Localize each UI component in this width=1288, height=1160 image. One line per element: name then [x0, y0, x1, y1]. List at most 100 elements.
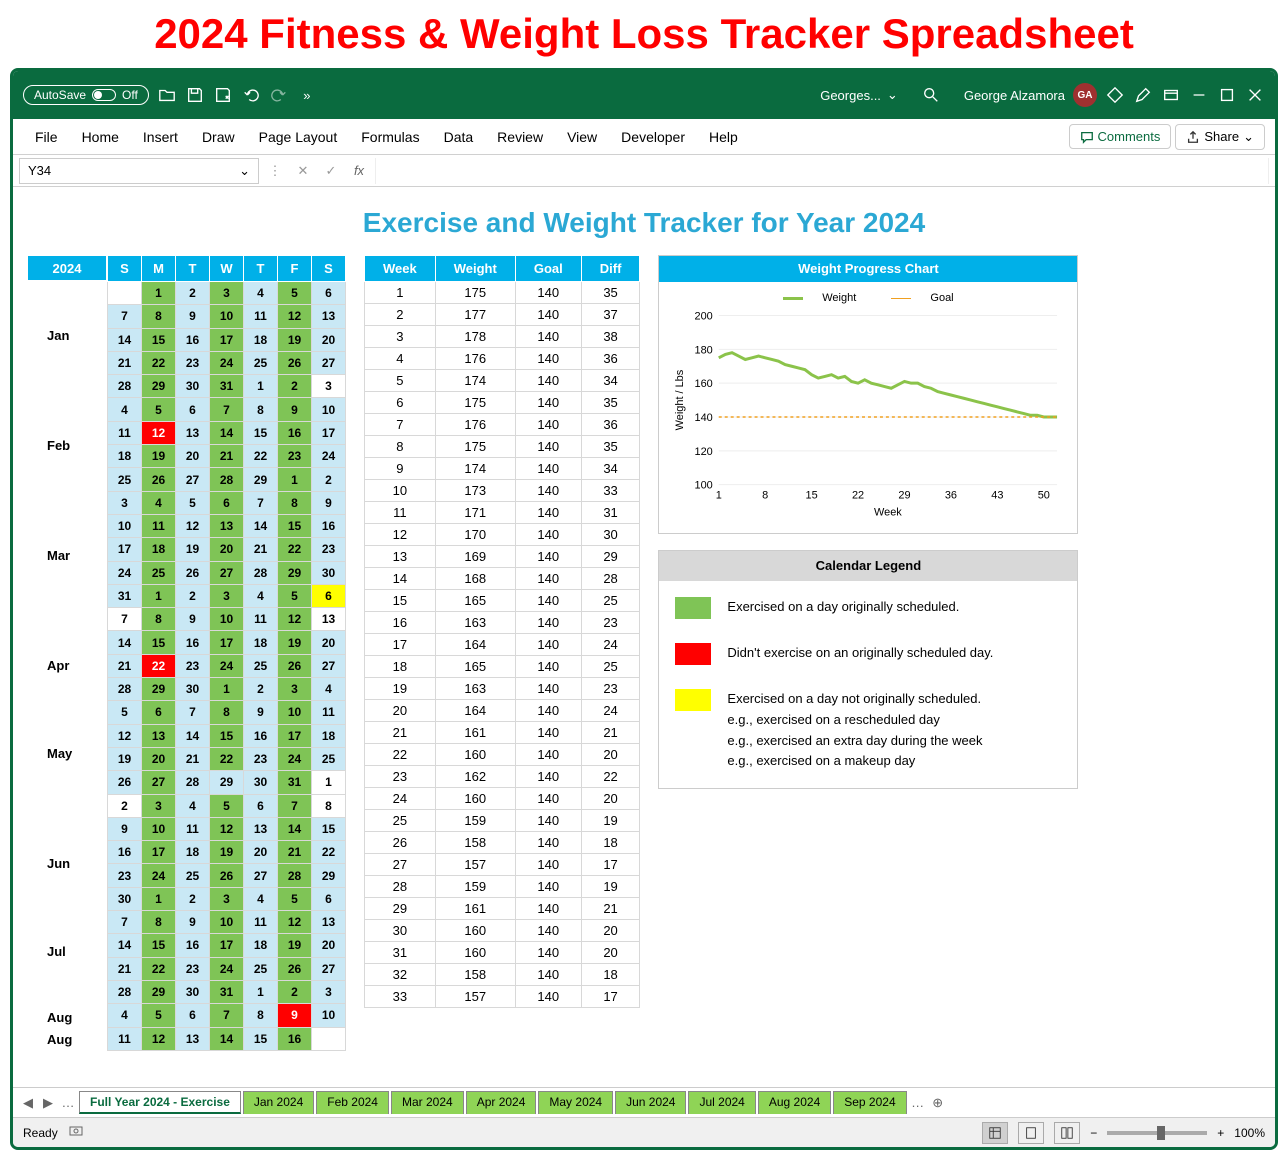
calendar-cell[interactable]: 24: [210, 654, 244, 677]
weight-cell[interactable]: 175: [435, 392, 515, 414]
weight-cell[interactable]: 17: [365, 634, 436, 656]
weight-cell[interactable]: 35: [581, 436, 640, 458]
calendar-cell[interactable]: 19: [278, 631, 312, 654]
sheet-tab[interactable]: Jan 2024: [243, 1091, 314, 1114]
ribbon-tab-insert[interactable]: Insert: [131, 121, 190, 153]
weight-cell[interactable]: 159: [435, 810, 515, 832]
calendar-cell[interactable]: 5: [278, 282, 312, 305]
calendar-cell[interactable]: 22: [312, 841, 346, 864]
calendar-cell[interactable]: 18: [244, 328, 278, 351]
calendar-cell[interactable]: 4: [142, 491, 176, 514]
calendar-cell[interactable]: 20: [142, 747, 176, 770]
calendar-cell[interactable]: 22: [278, 538, 312, 561]
weight-cell[interactable]: 173: [435, 480, 515, 502]
calendar-cell[interactable]: 24: [312, 445, 346, 468]
calendar-cell[interactable]: 31: [210, 980, 244, 1003]
calendar-cell[interactable]: 27: [142, 771, 176, 794]
calendar-cell[interactable]: 4: [176, 794, 210, 817]
calendar-cell[interactable]: 21: [278, 841, 312, 864]
calendar-cell[interactable]: 24: [108, 561, 142, 584]
view-page-layout-icon[interactable]: [1018, 1122, 1044, 1144]
weight-cell[interactable]: 176: [435, 348, 515, 370]
calendar-cell[interactable]: [312, 1027, 346, 1051]
weight-cell[interactable]: 178: [435, 326, 515, 348]
calendar-cell[interactable]: 18: [244, 631, 278, 654]
calendar-cell[interactable]: 4: [244, 282, 278, 305]
calendar-cell[interactable]: 28: [210, 468, 244, 491]
sheet-tab[interactable]: Sep 2024: [833, 1091, 906, 1114]
sheet-tab[interactable]: Feb 2024: [316, 1091, 389, 1114]
calendar-cell[interactable]: 3: [108, 491, 142, 514]
weight-cell[interactable]: 140: [515, 656, 581, 678]
minimize-icon[interactable]: [1189, 85, 1209, 105]
save-icon[interactable]: [185, 85, 205, 105]
weight-cell[interactable]: 13: [365, 546, 436, 568]
calendar-cell[interactable]: 11: [108, 421, 142, 444]
document-name[interactable]: Georges... ⌄: [820, 87, 898, 103]
calendar-cell[interactable]: 15: [244, 1027, 278, 1051]
calendar-cell[interactable]: 21: [244, 538, 278, 561]
tab-add-icon[interactable]: ⊕: [929, 1095, 947, 1111]
calendar-cell[interactable]: 22: [142, 654, 176, 677]
calendar-cell[interactable]: 17: [210, 631, 244, 654]
calendar-cell[interactable]: 9: [244, 701, 278, 724]
calendar-cell[interactable]: 21: [210, 445, 244, 468]
weight-cell[interactable]: 20: [581, 744, 640, 766]
calendar-cell[interactable]: 22: [210, 747, 244, 770]
calendar-cell[interactable]: 8: [244, 1004, 278, 1027]
weight-cell[interactable]: 33: [365, 986, 436, 1008]
weight-cell[interactable]: 175: [435, 282, 515, 304]
weight-cell[interactable]: 17: [581, 986, 640, 1008]
ribbon-tab-help[interactable]: Help: [697, 121, 750, 153]
calendar-cell[interactable]: 30: [176, 980, 210, 1003]
diamond-icon[interactable]: [1105, 85, 1125, 105]
calendar-cell[interactable]: 23: [176, 654, 210, 677]
calendar-cell[interactable]: 10: [278, 701, 312, 724]
calendar-cell[interactable]: 7: [278, 794, 312, 817]
weight-cell[interactable]: 160: [435, 788, 515, 810]
overflow-icon[interactable]: »: [297, 85, 317, 105]
calendar-cell[interactable]: 15: [278, 514, 312, 537]
calendar-cell[interactable]: 9: [176, 305, 210, 328]
weight-cell[interactable]: 22: [581, 766, 640, 788]
weight-cell[interactable]: 24: [581, 700, 640, 722]
sheet-tab[interactable]: Jul 2024: [688, 1091, 755, 1114]
calendar-cell[interactable]: 11: [244, 911, 278, 934]
weight-cell[interactable]: 140: [515, 568, 581, 590]
weight-cell[interactable]: 163: [435, 678, 515, 700]
calendar-cell[interactable]: 15: [142, 631, 176, 654]
calendar-cell[interactable]: 23: [176, 351, 210, 374]
calendar-cell[interactable]: 17: [142, 841, 176, 864]
close-icon[interactable]: [1245, 85, 1265, 105]
calendar-cell[interactable]: 13: [312, 911, 346, 934]
calendar-cell[interactable]: 1: [312, 771, 346, 794]
weight-cell[interactable]: 171: [435, 502, 515, 524]
calendar-cell[interactable]: 13: [176, 421, 210, 444]
sheet-tab[interactable]: Mar 2024: [391, 1091, 464, 1114]
calendar-cell[interactable]: 30: [176, 678, 210, 701]
weight-cell[interactable]: 35: [581, 282, 640, 304]
weight-cell[interactable]: 34: [581, 458, 640, 480]
calendar-cell[interactable]: 16: [278, 421, 312, 444]
calendar-cell[interactable]: 6: [210, 491, 244, 514]
weight-cell[interactable]: 168: [435, 568, 515, 590]
weight-cell[interactable]: 25: [365, 810, 436, 832]
calendar-cell[interactable]: 24: [142, 864, 176, 887]
calendar-cell[interactable]: 21: [108, 957, 142, 980]
ribbon-tab-view[interactable]: View: [555, 121, 609, 153]
weight-cell[interactable]: 12: [365, 524, 436, 546]
calendar-cell[interactable]: 1: [244, 980, 278, 1003]
calendar-cell[interactable]: 7: [108, 305, 142, 328]
calendar-cell[interactable]: 13: [210, 514, 244, 537]
calendar-cell[interactable]: 23: [278, 445, 312, 468]
calendar-cell[interactable]: 27: [312, 351, 346, 374]
weight-cell[interactable]: 36: [581, 348, 640, 370]
calendar-cell[interactable]: 25: [244, 654, 278, 677]
undo-icon[interactable]: [241, 85, 261, 105]
view-normal-icon[interactable]: [982, 1122, 1008, 1144]
calendar-cell[interactable]: 20: [312, 631, 346, 654]
calendar-cell[interactable]: 25: [244, 957, 278, 980]
calendar-cell[interactable]: 3: [210, 584, 244, 607]
sheet-tab[interactable]: Apr 2024: [466, 1091, 537, 1114]
weight-cell[interactable]: 140: [515, 502, 581, 524]
